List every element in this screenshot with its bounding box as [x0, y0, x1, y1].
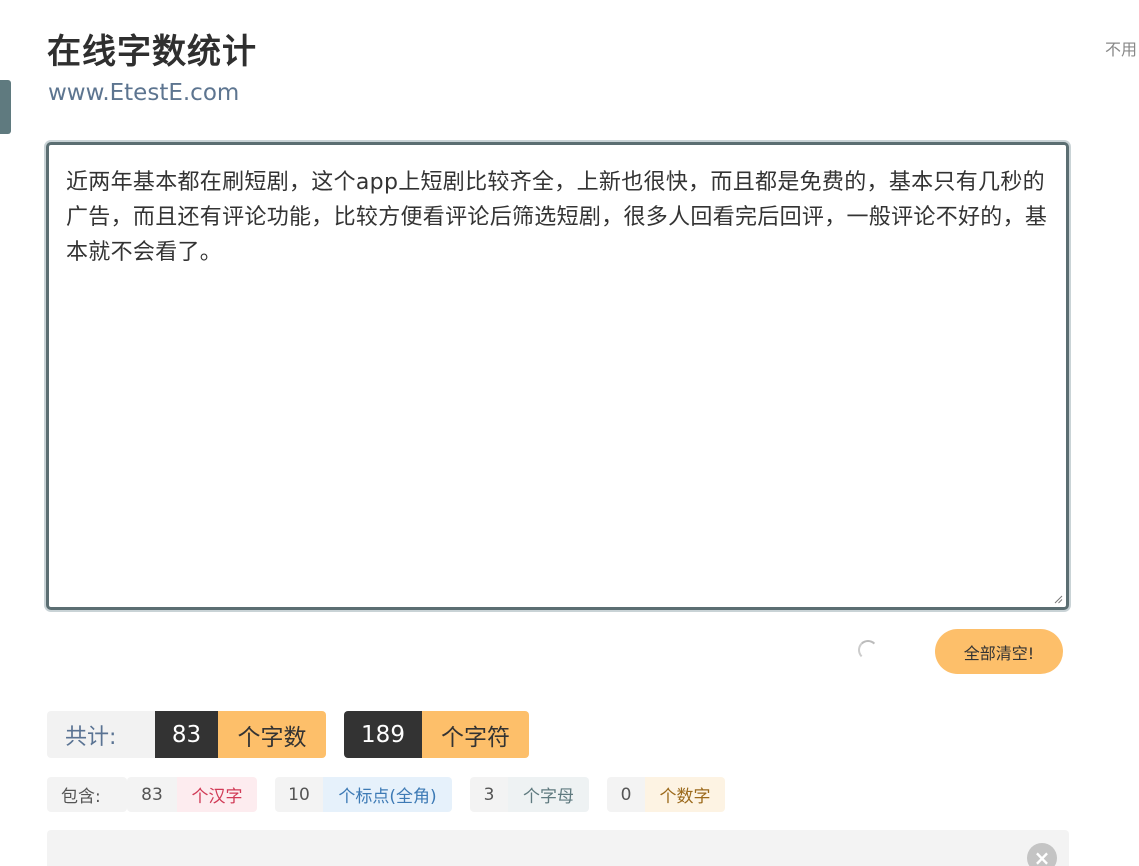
- word-count-value: 83: [155, 711, 218, 758]
- site-url: www.EtestE.com: [48, 80, 240, 106]
- total-stats: 共计: 83 个字数 189 个字符: [47, 711, 529, 758]
- char-count-unit: 个字符: [422, 711, 529, 758]
- corner-note: 不用: [1105, 40, 1138, 59]
- detail-label: 包含:: [47, 777, 127, 812]
- page-title: 在线字数统计: [47, 32, 257, 72]
- letter-count-value: 3: [470, 777, 508, 812]
- digit-count-value: 0: [607, 777, 645, 812]
- punct-count-value: 10: [275, 777, 323, 812]
- digit-count-unit: 个数字: [645, 777, 725, 812]
- word-count-unit: 个字数: [218, 711, 326, 758]
- letter-count-unit: 个字母: [508, 777, 589, 812]
- close-circle-icon[interactable]: ×: [1027, 843, 1057, 866]
- detail-stats: 包含: 83 个汉字 10 个标点(全角) 3 个字母 0 个数字: [47, 777, 725, 812]
- hanzi-count-unit: 个汉字: [177, 777, 257, 812]
- hanzi-count-value: 83: [127, 777, 177, 812]
- clear-all-button[interactable]: 全部清空!: [935, 629, 1063, 674]
- total-label: 共计:: [47, 711, 155, 758]
- side-drawer-tab[interactable]: [0, 80, 11, 134]
- text-input-area[interactable]: 近两年基本都在刷短剧，这个app上短剧比较齐全，上新也很快，而且都是免费的，基本…: [46, 142, 1069, 610]
- char-count-value: 189: [344, 711, 422, 758]
- resize-grip-icon[interactable]: [1053, 594, 1063, 604]
- punct-count-unit: 个标点(全角): [323, 777, 452, 812]
- input-text-content[interactable]: 近两年基本都在刷短剧，这个app上短剧比较齐全，上新也很快，而且都是免费的，基本…: [66, 165, 1052, 270]
- result-panel: [47, 830, 1069, 866]
- loading-spinner-icon: [858, 640, 878, 660]
